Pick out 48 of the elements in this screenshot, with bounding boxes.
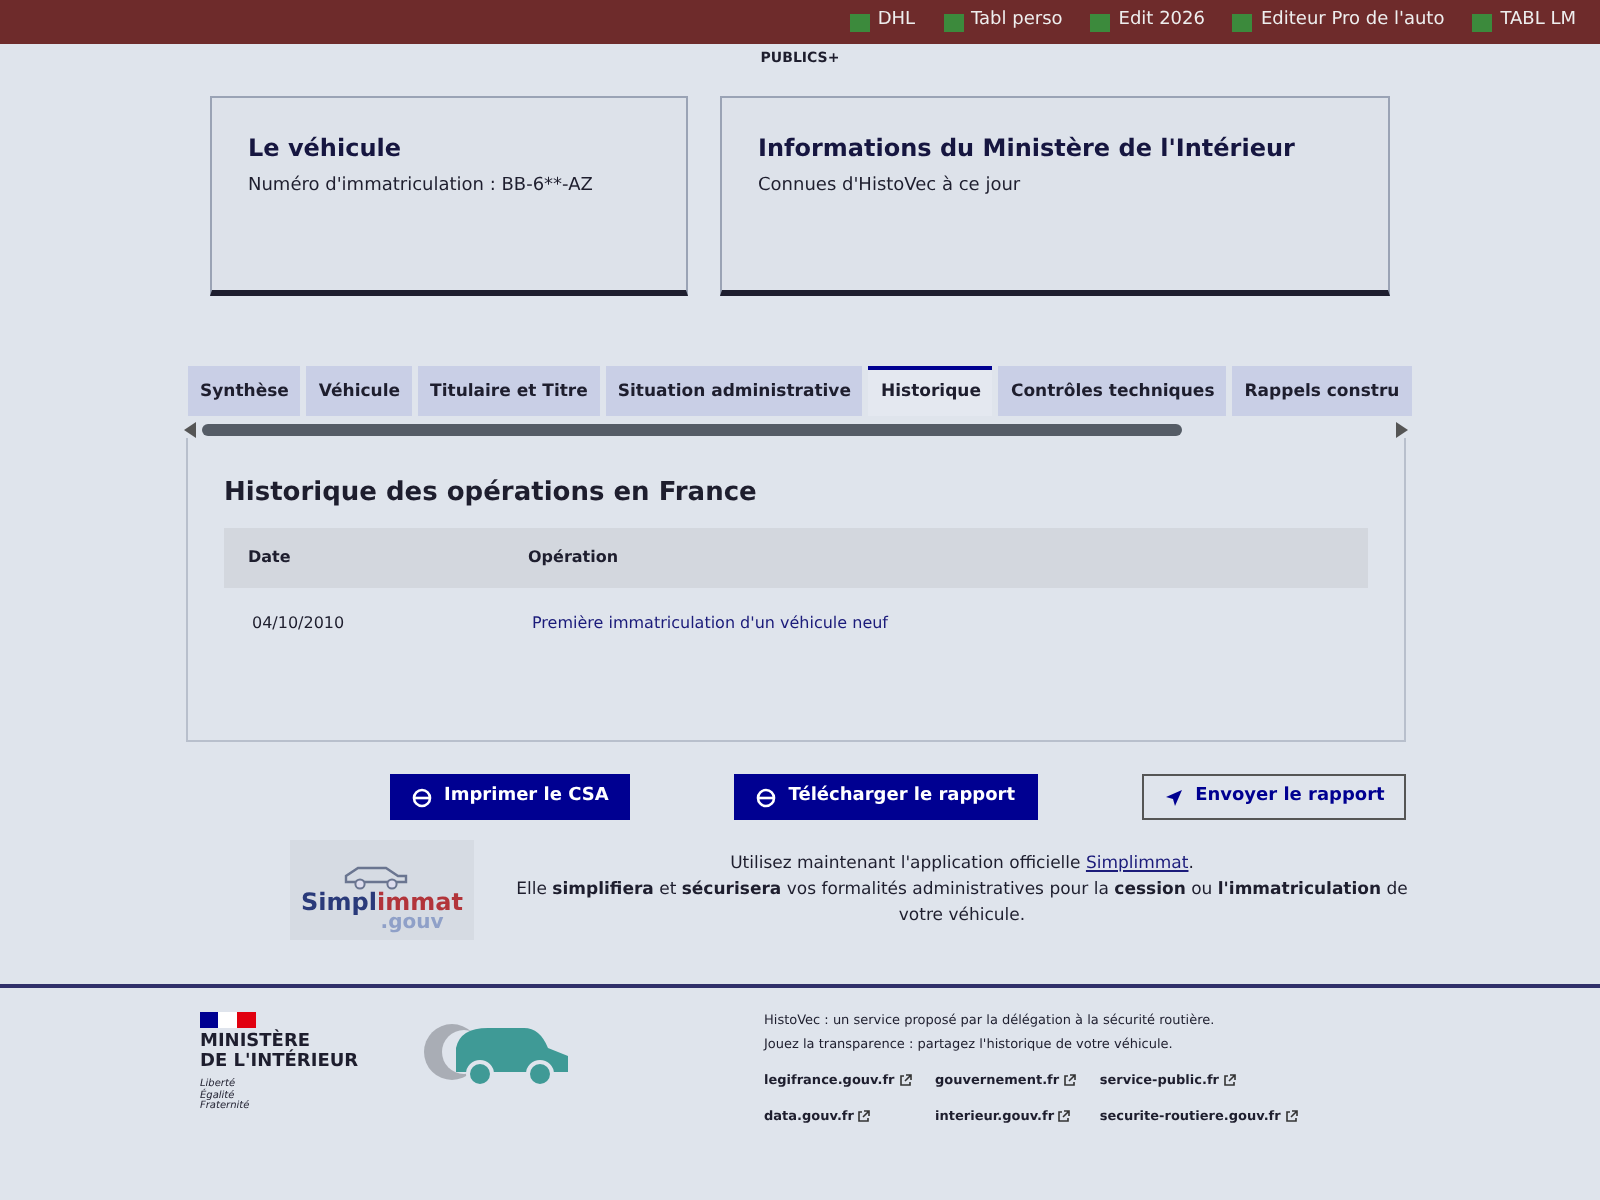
bookmark-link[interactable]: Editeur Pro de l'auto: [1260, 8, 1445, 36]
bookmark-icon[interactable]: [849, 13, 870, 31]
scroll-left-icon[interactable]: [184, 421, 196, 438]
scrollbar-thumb[interactable]: [202, 423, 1182, 436]
logo-text: .gouv: [380, 914, 444, 935]
promo-text: Utilisez maintenant l'application officielle Simplimmat.: [728, 852, 1196, 878]
bookmark-link[interactable]: Edit 2026: [1118, 8, 1205, 36]
external-link-icon: [858, 1109, 871, 1122]
tab[interactable]: Contrôles techniques: [998, 366, 1227, 416]
logo-text: Simplimmat: [301, 890, 463, 915]
external-link-icon: [1223, 1073, 1236, 1086]
bookmark-link[interactable]: DHL: [877, 8, 916, 36]
card-title: Le véhicule: [248, 134, 403, 163]
tab[interactable]: Synthèse: [188, 366, 301, 416]
external-link-icon: [1063, 1073, 1076, 1086]
tab[interactable]: Véhicule: [306, 366, 413, 416]
column-header: Date: [248, 546, 293, 571]
section-title: Historique des opérations en France: [224, 477, 759, 509]
bookmark-icon[interactable]: [1090, 13, 1111, 31]
print-icon: [412, 787, 432, 807]
action-button[interactable]: Imprimer le CSA: [390, 773, 631, 821]
external-link-icon: [899, 1073, 912, 1086]
table-cell-text: 04/10/2010: [252, 612, 347, 637]
flag-icon: [200, 1012, 256, 1029]
external-link-icon: [1058, 1109, 1071, 1122]
tab[interactable]: Rappels constru: [1232, 366, 1412, 416]
card-title: Informations du Ministère de l'Intérieur: [758, 134, 1297, 163]
tab[interactable]: Historique: [868, 366, 993, 416]
tab[interactable]: Situation administrative: [605, 366, 863, 416]
bookmark-link[interactable]: Tabl perso: [971, 8, 1063, 36]
print-icon: [756, 787, 777, 807]
action-button[interactable]: Envoyer le rapport: [1141, 773, 1407, 821]
table-cell: Première immatriculation d'un véhicule neuf: [532, 612, 888, 637]
send-icon: [1163, 787, 1184, 807]
bookmark-icon[interactable]: [943, 13, 964, 31]
card-text: Numéro d'immatriculation : BB-6**-AZ: [248, 174, 595, 201]
card-text: Connues d'HistoVec à ce jour: [758, 174, 1023, 201]
scroll-right-icon[interactable]: [1396, 421, 1408, 438]
column-header: Opération: [528, 546, 619, 571]
promo-text: Elle simplifiera et sécurisera vos formalités administratives pour la cession ou l'immatriculation de votre véhicule.: [514, 877, 1410, 929]
bookmark-icon[interactable]: [1232, 13, 1253, 31]
bookmark-icon[interactable]: [1472, 13, 1493, 31]
tab[interactable]: Titulaire et Titre: [418, 366, 600, 416]
external-link-icon: [1285, 1109, 1298, 1122]
simplimmat-link[interactable]: Simplimmat: [1085, 854, 1189, 875]
bookmark-link[interactable]: TABL LM: [1500, 8, 1576, 36]
ministry-name: MINISTÈRE DE L'INTÉRIEUR: [200, 1034, 361, 1075]
action-button[interactable]: Télécharger le rapport: [734, 773, 1038, 821]
